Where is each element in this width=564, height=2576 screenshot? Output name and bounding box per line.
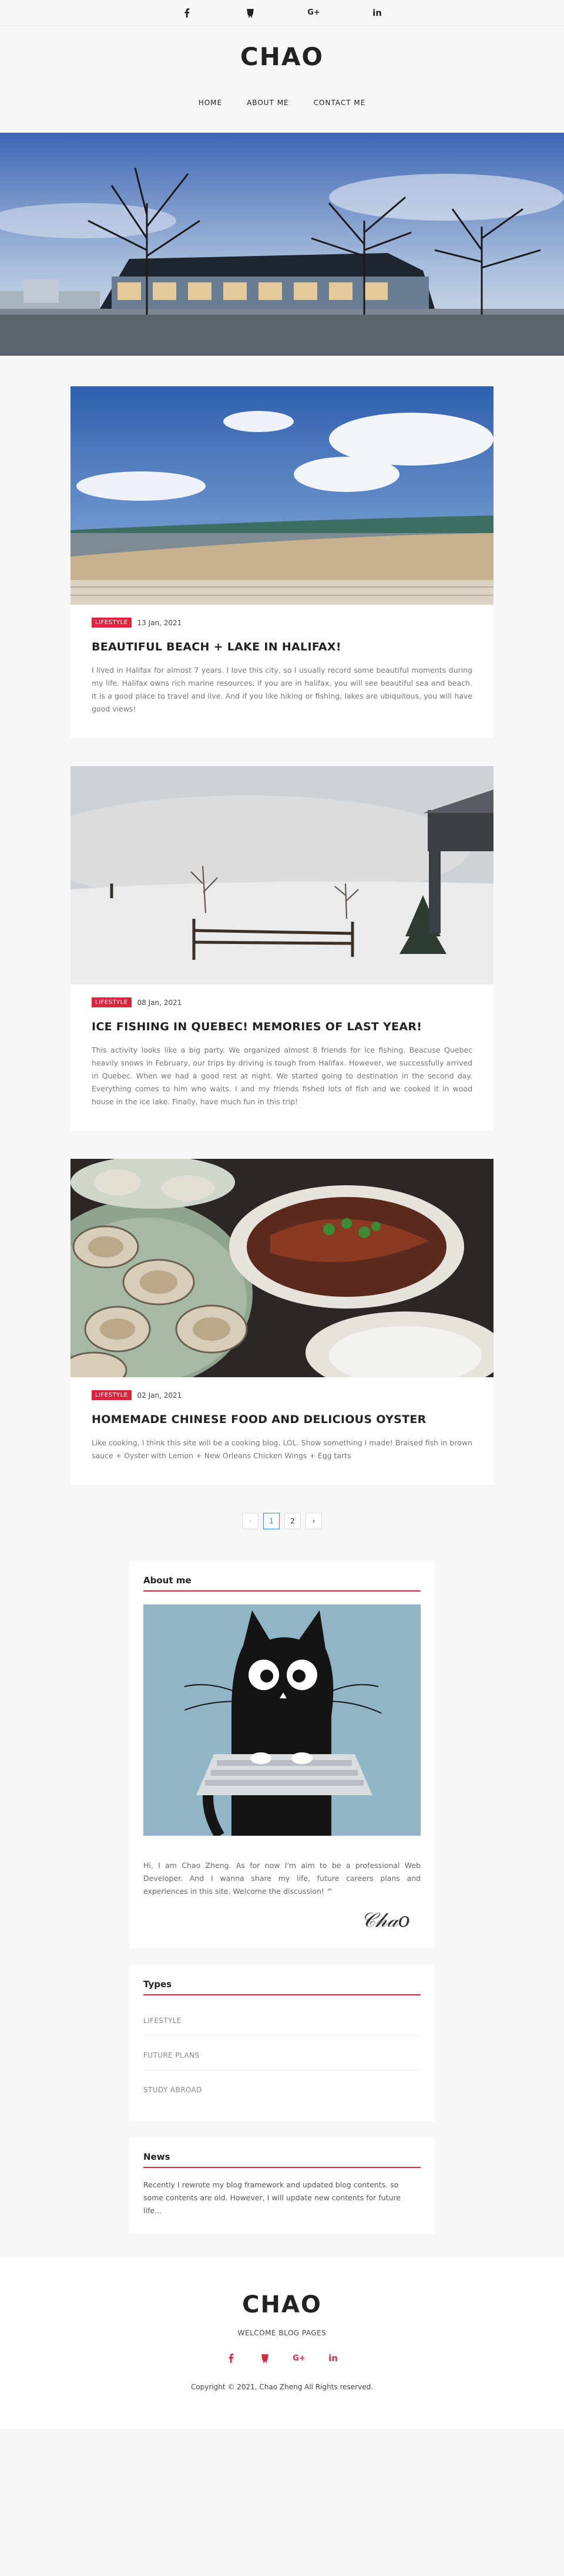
- site-brand[interactable]: CHAO: [0, 36, 564, 77]
- footer-social-links: G+ in: [0, 2350, 564, 2366]
- main-nav: HOME ABOUT ME CONTACT ME: [0, 99, 564, 107]
- sidebar-widgets: About me Hi, I am Chao Zheng. As for now…: [129, 1561, 435, 2234]
- footer-subtitle: WELCOME BLOG PAGES: [237, 2329, 327, 2337]
- pagination-prev-button[interactable]: ‹: [242, 1513, 258, 1529]
- linkedin-icon[interactable]: in: [369, 5, 385, 21]
- site-header: CHAO HOME ABOUT ME CONTACT ME: [0, 26, 564, 133]
- types-widget: Types LIFESTYLE FUTURE PLANS STUDY ABROA…: [129, 1965, 435, 2121]
- about-text: Hi, I am Chao Zheng. As for now I'm aim …: [143, 1861, 421, 1896]
- nav-contact-me[interactable]: CONTACT ME: [314, 99, 366, 107]
- type-item-study-abroad[interactable]: STUDY ABROAD: [143, 2071, 421, 2105]
- github-icon[interactable]: [242, 5, 258, 21]
- signature-image: 𝒞𝒽𝒶𝑜: [361, 1909, 410, 1932]
- about-avatar-image: [143, 1604, 421, 1836]
- post-excerpt: This activity looks like a big party. We…: [92, 1046, 472, 1106]
- post-date: 02 Jan, 2021: [137, 1391, 182, 1400]
- top-social-bar: G+ in: [0, 0, 564, 26]
- site-footer: CHAO WELCOME BLOG PAGES G+ in Copyright …: [0, 2257, 564, 2429]
- category-badge[interactable]: LIFESTYLE: [92, 618, 132, 628]
- footer-brand[interactable]: CHAO: [0, 2291, 564, 2318]
- nav-home[interactable]: HOME: [199, 99, 222, 107]
- nav-about-me[interactable]: ABOUT ME: [247, 99, 289, 107]
- post-date: 08 Jan, 2021: [137, 998, 182, 1007]
- type-item-future-plans[interactable]: FUTURE PLANS: [143, 2036, 421, 2071]
- post-image-food[interactable]: [70, 1159, 494, 1377]
- about-widget: About me Hi, I am Chao Zheng. As for now…: [129, 1561, 435, 1948]
- post-image-beach[interactable]: [70, 386, 494, 605]
- pagination-page-1[interactable]: 1: [263, 1513, 280, 1529]
- footer-linkedin-icon[interactable]: in: [325, 2350, 341, 2366]
- footer-google-plus-icon[interactable]: G+: [291, 2350, 307, 2366]
- google-plus-icon[interactable]: G+: [306, 5, 322, 21]
- post-title[interactable]: BEAUTIFUL BEACH + LAKE IN HALIFAX!: [92, 640, 472, 653]
- footer-facebook-icon[interactable]: [223, 2350, 239, 2366]
- pagination: ‹ 1 2 ›: [70, 1513, 494, 1529]
- types-list: LIFESTYLE FUTURE PLANS STUDY ABROAD: [143, 2001, 421, 2105]
- post-card: LIFESTYLE 13 Jan, 2021 BEAUTIFUL BEACH +…: [70, 386, 494, 738]
- post-title[interactable]: ICE FISHING IN QUEBEC! MEMORIES OF LAST …: [92, 1020, 472, 1033]
- post-excerpt: I lived in Halifax for almost 7 years. I…: [92, 666, 472, 713]
- news-widget: News Recently I rewrote my blog framewor…: [129, 2137, 435, 2234]
- post-card: LIFESTYLE 08 Jan, 2021 ICE FISHING IN QU…: [70, 766, 494, 1131]
- post-list: LIFESTYLE 13 Jan, 2021 BEAUTIFUL BEACH +…: [70, 386, 494, 1529]
- post-image-ice-fishing[interactable]: [70, 766, 494, 984]
- post-meta: LIFESTYLE 08 Jan, 2021: [92, 997, 472, 1007]
- news-text: Recently I rewrote my blog framework and…: [143, 2180, 401, 2215]
- news-widget-title: News: [143, 2152, 421, 2168]
- hero-image: [0, 133, 564, 356]
- post-excerpt: Like cooking, I think this site will be …: [92, 1438, 472, 1460]
- footer-github-icon[interactable]: [257, 2350, 273, 2366]
- post-meta: LIFESTYLE 13 Jan, 2021: [92, 618, 472, 628]
- pagination-next-button[interactable]: ›: [306, 1513, 322, 1529]
- post-date: 13 Jan, 2021: [137, 618, 182, 627]
- category-badge[interactable]: LIFESTYLE: [92, 997, 132, 1007]
- facebook-icon[interactable]: [179, 5, 195, 21]
- post-card: LIFESTYLE 02 Jan, 2021 HOMEMADE CHINESE …: [70, 1159, 494, 1485]
- about-widget-title: About me: [143, 1575, 421, 1592]
- post-meta: LIFESTYLE 02 Jan, 2021: [92, 1390, 472, 1400]
- pagination-page-2[interactable]: 2: [284, 1513, 301, 1529]
- category-badge[interactable]: LIFESTYLE: [92, 1390, 132, 1400]
- post-title[interactable]: HOMEMADE CHINESE FOOD AND DELICIOUS OYST…: [92, 1413, 472, 1426]
- type-item-lifestyle[interactable]: LIFESTYLE: [143, 2001, 421, 2036]
- types-widget-title: Types: [143, 1979, 421, 1995]
- copyright-text: Copyright © 2021, Chao Zheng All Rights …: [190, 2383, 374, 2391]
